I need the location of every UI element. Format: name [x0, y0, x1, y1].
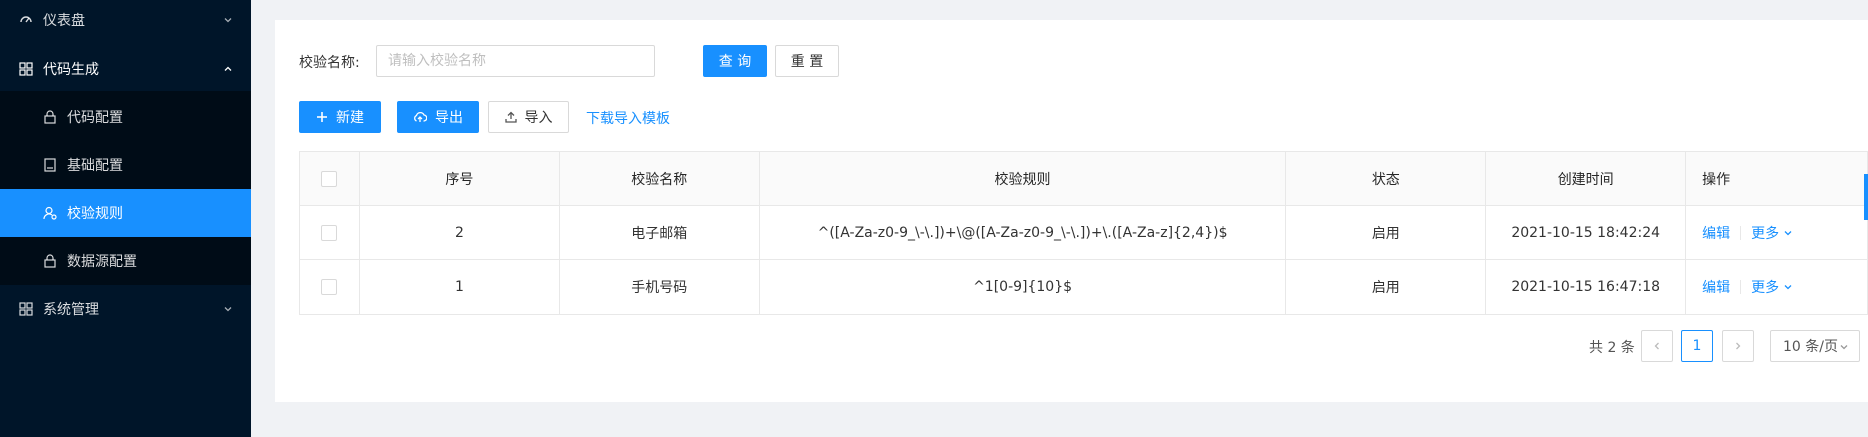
table-header-row: 序号 校验名称 校验规则 状态 创建时间 操作: [300, 152, 1868, 206]
sidebar-item-validation-rules[interactable]: 校验规则: [0, 189, 251, 237]
created-time-cell: 2021-10-15 18:42:24: [1486, 206, 1687, 259]
app-grid-icon: [19, 302, 33, 316]
column-header: 序号: [360, 152, 560, 205]
sidebar-item-basic-config[interactable]: 基础配置: [0, 141, 251, 189]
upload-icon: [504, 111, 517, 123]
actions-cell: 编辑 更多: [1686, 206, 1868, 259]
scrollbar-indicator[interactable]: [1864, 174, 1868, 220]
row-checkbox[interactable]: [321, 279, 338, 295]
row-select-cell: [300, 206, 360, 259]
import-button-label: 导入: [524, 110, 553, 126]
select-all-checkbox[interactable]: [321, 170, 338, 187]
column-header: 创建时间: [1486, 152, 1687, 205]
more-label: 更多: [1751, 225, 1780, 242]
edit-link[interactable]: 编辑: [1702, 277, 1730, 297]
new-button-label: 新建: [336, 110, 364, 126]
index-cell: 1: [360, 260, 560, 314]
reset-button[interactable]: 重 置: [775, 45, 839, 77]
column-header: 校验规则: [760, 152, 1287, 205]
name-cell: 手机号码: [560, 260, 760, 314]
download-template-link[interactable]: 下载导入模板: [586, 108, 670, 128]
sidebar-item-code-config[interactable]: 代码配置: [0, 93, 251, 141]
import-button[interactable]: 导入: [488, 101, 569, 133]
page-number-button[interactable]: 1: [1681, 330, 1713, 362]
page-size-select[interactable]: 10 条/页: [1770, 330, 1860, 362]
rule-cell: ^1[0-9]{10}$: [760, 260, 1287, 314]
chevron-down-icon: [223, 285, 233, 333]
status-cell: 启用: [1286, 260, 1487, 314]
actions-cell: 编辑 更多: [1686, 260, 1868, 314]
rule-cell: ^([A-Za-z0-9_\-\.])+\@([A-Za-z0-9_\-\.])…: [760, 206, 1287, 259]
chevron-left-icon: [1654, 342, 1659, 350]
sidebar-item-label: 仪表盘: [43, 13, 85, 29]
column-header: 操作: [1686, 152, 1868, 205]
cloud-upload-icon: [414, 111, 427, 122]
column-header: 状态: [1286, 152, 1487, 205]
export-button-label: 导出: [435, 110, 463, 126]
data-table: 序号 校验名称 校验规则 状态 创建时间 操作 2 电子邮箱 ^([A-Za-z…: [299, 151, 1868, 315]
app-grid-icon: [19, 62, 33, 76]
status-cell: 启用: [1286, 206, 1487, 259]
divider: [1740, 225, 1742, 240]
header-select-all-cell: [300, 152, 360, 205]
chevron-right-icon: [1736, 342, 1741, 350]
pagination-total: 共 2 条: [1589, 340, 1635, 356]
more-dropdown[interactable]: 更多: [1751, 223, 1793, 243]
export-button[interactable]: 导出: [397, 101, 479, 133]
user-settings-icon: [43, 206, 57, 220]
sidebar-item-datasource-config[interactable]: 数据源配置: [0, 237, 251, 285]
page-size-value: 10 条/页: [1783, 339, 1838, 355]
sidebar-item-label: 校验规则: [67, 206, 123, 222]
query-button[interactable]: 查 询: [703, 45, 767, 77]
sidebar-item-code-generation[interactable]: 代码生成: [0, 45, 251, 93]
dashboard-icon: [19, 13, 33, 27]
more-dropdown[interactable]: 更多: [1751, 277, 1793, 297]
more-label: 更多: [1751, 280, 1780, 296]
table-row: 2 电子邮箱 ^([A-Za-z0-9_\-\.])+\@([A-Za-z0-9…: [300, 206, 1868, 260]
next-page-button[interactable]: [1722, 330, 1754, 362]
sidebar-item-dashboard[interactable]: 仪表盘: [0, 0, 251, 44]
created-time-cell: 2021-10-15 16:47:18: [1486, 260, 1687, 314]
search-label: 校验名称:: [299, 55, 360, 71]
sidebar-item-system-management[interactable]: 系统管理: [0, 285, 251, 333]
chevron-down-icon: [223, 0, 233, 44]
row-checkbox[interactable]: [321, 224, 338, 241]
plus-icon: [317, 112, 327, 122]
name-cell: 电子邮箱: [560, 206, 760, 259]
sidebar: 仪表盘 代码生成 代码配置 基础配置 校验规则 数据源配置 系统管理: [0, 0, 251, 437]
lock-icon: [43, 254, 57, 268]
new-button[interactable]: 新建: [299, 101, 381, 133]
column-header: 校验名称: [560, 152, 760, 205]
edit-link[interactable]: 编辑: [1702, 223, 1730, 243]
chevron-down-icon: [1784, 230, 1792, 235]
chevron-down-icon: [1840, 345, 1848, 350]
lock-icon: [43, 110, 57, 124]
index-cell: 2: [360, 206, 560, 259]
table-row: 1 手机号码 ^1[0-9]{10}$ 启用 2021-10-15 16:47:…: [300, 260, 1868, 314]
sidebar-item-label: 基础配置: [67, 158, 123, 174]
divider: [1740, 280, 1742, 294]
search-input[interactable]: [376, 45, 655, 77]
sidebar-item-label: 系统管理: [43, 302, 99, 318]
row-select-cell: [300, 260, 360, 314]
sidebar-item-label: 代码配置: [67, 110, 123, 126]
chevron-down-icon: [1784, 285, 1792, 290]
sidebar-item-label: 代码生成: [43, 62, 99, 78]
book-icon: [43, 158, 57, 172]
prev-page-button[interactable]: [1641, 330, 1673, 362]
chevron-up-icon: [223, 45, 233, 93]
sidebar-item-label: 数据源配置: [67, 254, 137, 270]
